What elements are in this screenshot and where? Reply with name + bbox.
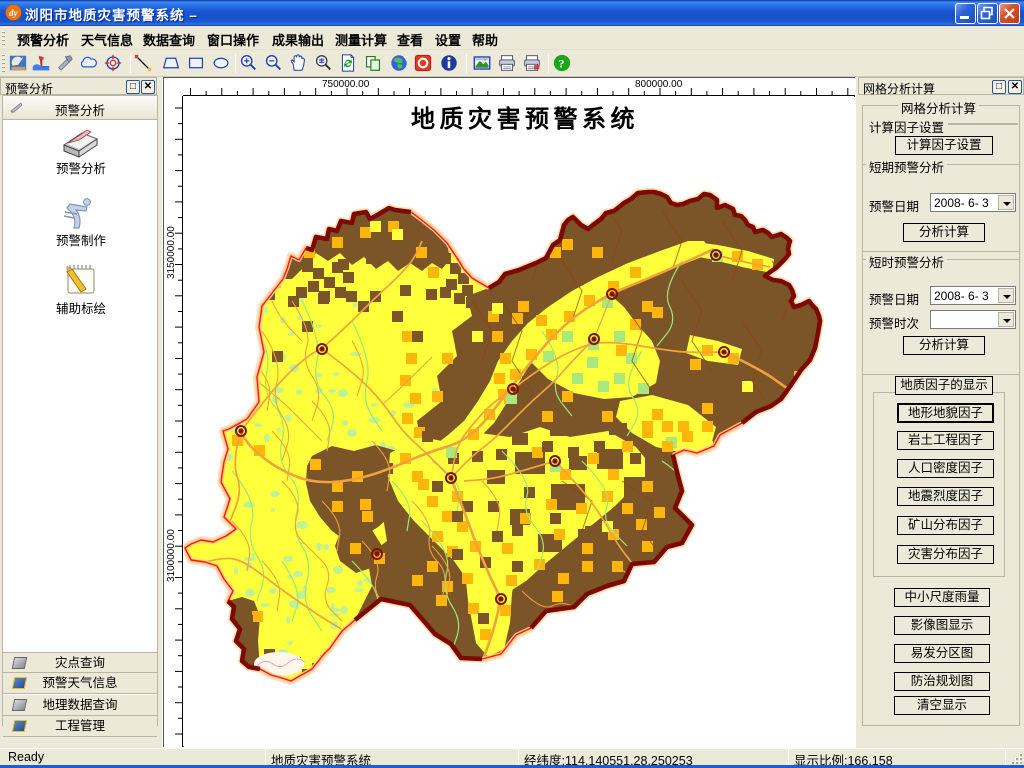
svg-text:?: ? [558,56,564,70]
svg-text:dy: dy [9,8,19,18]
